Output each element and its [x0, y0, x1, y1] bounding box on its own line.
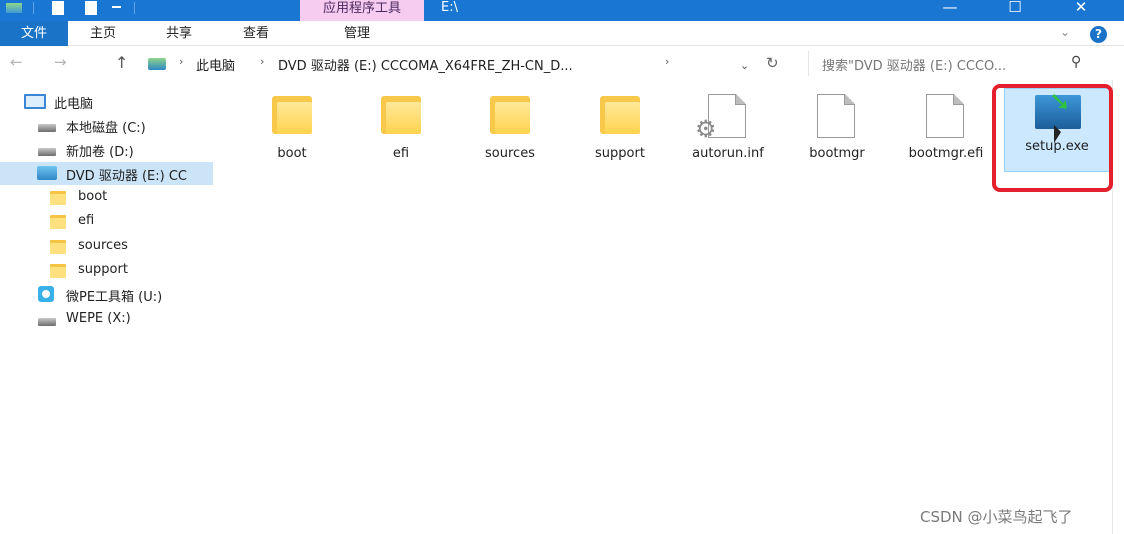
annotation-highlight-box	[992, 84, 1113, 192]
chevron-right-icon: ›	[665, 55, 670, 68]
quick-access-separator	[134, 2, 135, 14]
address-bar[interactable]: › 此电脑 › DVD 驱动器 (E:) CCCOMA_X64FRE_ZH-CN…	[140, 51, 800, 76]
file-item-boot[interactable]: boot	[242, 90, 342, 180]
breadcrumb-this-pc[interactable]: 此电脑	[196, 55, 235, 74]
tab-view[interactable]: 查看	[243, 21, 269, 46]
nav-item-label: boot	[78, 189, 108, 204]
file-icon	[926, 94, 964, 138]
address-history-dropdown-icon[interactable]: ⌄	[740, 59, 749, 72]
file-item-autorun-inf[interactable]: ⚙ autorun.inf	[678, 90, 778, 180]
folder-icon	[490, 96, 530, 134]
ribbon-tabs: 文件 主页 共享 查看 管理 ⌄ ?	[0, 21, 1124, 46]
properties-icon[interactable]	[52, 1, 64, 15]
app-icon[interactable]	[6, 3, 22, 13]
window-title: E:\	[441, 0, 458, 15]
tab-home[interactable]: 主页	[90, 21, 116, 46]
nav-item-folder-efi[interactable]: efi	[0, 210, 213, 233]
context-tab-app-tools: 应用程序工具	[300, 0, 424, 21]
file-name: efi	[392, 146, 410, 161]
navigation-bar: ← → ↑ › 此电脑 › DVD 驱动器 (E:) CCCOMA_X64FRE…	[0, 47, 1124, 80]
file-name: bootmgr	[809, 146, 865, 161]
forward-button[interactable]: →	[54, 53, 67, 71]
folder-icon	[50, 264, 66, 278]
nav-item-label: 本地磁盘 (C:)	[66, 121, 146, 136]
dvd-drive-icon	[148, 58, 166, 70]
usb-drive-icon	[38, 286, 54, 302]
settings-file-icon: ⚙	[695, 94, 746, 141]
folder-icon	[272, 96, 312, 134]
nav-item-this-pc[interactable]: 此电脑	[0, 90, 213, 113]
file-icon	[817, 94, 855, 138]
nav-item-drive-u[interactable]: 微PE工具箱 (U:)	[0, 283, 213, 306]
chevron-right-icon: ›	[260, 55, 265, 68]
file-item-sources[interactable]: sources	[460, 90, 560, 180]
new-folder-icon[interactable]	[85, 1, 97, 15]
search-icon[interactable]: ⚲	[1071, 54, 1081, 70]
file-name: support	[595, 146, 645, 161]
computer-icon	[24, 94, 46, 109]
file-item-support[interactable]: support	[570, 90, 670, 180]
nav-item-label: WEPE (X:)	[66, 311, 131, 326]
nav-item-folder-boot[interactable]: boot	[0, 186, 213, 209]
customize-quick-access-icon[interactable]	[112, 6, 121, 11]
nav-item-label: DVD 驱动器 (E:) CC	[66, 169, 187, 184]
chevron-right-icon: ›	[179, 55, 184, 68]
watermark: CSDN @小菜鸟起飞了	[920, 508, 1073, 526]
drive-icon	[38, 318, 56, 326]
tab-manage[interactable]: 管理	[344, 21, 370, 46]
dvd-drive-icon	[37, 166, 57, 180]
nav-item-label: sources	[78, 238, 128, 253]
nav-item-drive-x[interactable]: WEPE (X:)	[0, 308, 213, 331]
help-button[interactable]: ?	[1090, 26, 1107, 43]
folder-icon	[600, 96, 640, 134]
tab-share[interactable]: 共享	[166, 21, 192, 46]
up-button[interactable]: ↑	[115, 53, 128, 72]
tab-file[interactable]: 文件	[0, 21, 68, 46]
nav-item-label: efi	[78, 213, 95, 228]
search-placeholder: 搜索"DVD 驱动器 (E:) CCCO...	[822, 59, 1007, 74]
maximize-button[interactable]: ☐	[992, 0, 1038, 18]
nav-item-folder-sources[interactable]: sources	[0, 235, 213, 258]
search-box[interactable]: 搜索"DVD 驱动器 (E:) CCCO... ⚲	[808, 51, 1093, 76]
nav-item-label: support	[78, 262, 128, 277]
nav-item-label: 微PE工具箱 (U:)	[66, 290, 163, 305]
nav-item-label: 此电脑	[54, 97, 94, 112]
back-button[interactable]: ←	[10, 53, 23, 71]
file-name: boot	[277, 146, 307, 161]
file-item-bootmgr[interactable]: bootmgr	[787, 90, 887, 180]
refresh-icon[interactable]: ↻	[766, 54, 779, 72]
folder-icon	[50, 215, 66, 229]
drive-icon	[38, 124, 56, 132]
quick-access-separator	[33, 2, 34, 14]
nav-item-folder-support[interactable]: support	[0, 259, 213, 282]
navigation-pane: 此电脑 本地磁盘 (C:) 新加卷 (D:) DVD 驱动器 (E:) CC b…	[0, 86, 213, 534]
nav-item-label: 新加卷 (D:)	[66, 145, 134, 160]
file-name: autorun.inf	[692, 146, 764, 161]
nav-item-dvd-drive-e[interactable]: DVD 驱动器 (E:) CC	[0, 162, 213, 185]
folder-icon	[50, 240, 66, 254]
nav-item-drive-d[interactable]: 新加卷 (D:)	[0, 138, 213, 161]
file-list: boot efi sources support ⚙ autorun.inf b…	[220, 80, 1114, 534]
file-name: sources	[485, 146, 535, 161]
nav-item-drive-c[interactable]: 本地磁盘 (C:)	[0, 114, 213, 137]
file-name: bootmgr.efi	[908, 146, 984, 161]
drive-icon	[38, 148, 56, 156]
collapse-ribbon-icon[interactable]: ⌄	[1060, 25, 1070, 39]
close-button[interactable]: ✕	[1058, 0, 1104, 18]
folder-icon	[50, 191, 66, 205]
breadcrumb-dvd-drive[interactable]: DVD 驱动器 (E:) CCCOMA_X64FRE_ZH-CN_D...	[278, 55, 573, 74]
folder-icon	[381, 96, 421, 134]
file-explorer-window: 应用程序工具 E:\ — ☐ ✕ 文件 主页 共享 查看 管理 ⌄ ? ← → …	[0, 0, 1124, 534]
title-bar: 应用程序工具 E:\ — ☐ ✕	[0, 0, 1124, 21]
file-item-efi[interactable]: efi	[351, 90, 451, 180]
gear-icon: ⚙	[695, 115, 717, 143]
file-item-bootmgr-efi[interactable]: bootmgr.efi	[896, 90, 996, 180]
minimize-button[interactable]: —	[927, 0, 973, 18]
